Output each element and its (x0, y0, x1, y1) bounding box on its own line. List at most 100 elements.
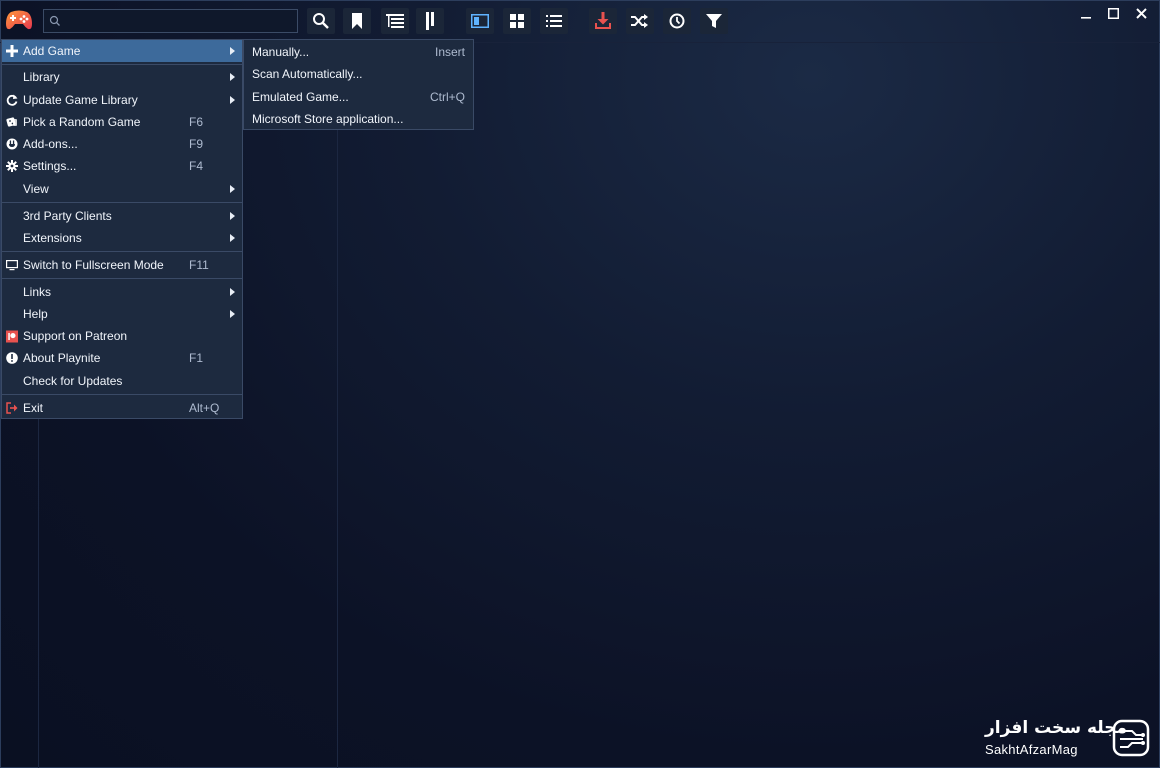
search-input[interactable] (64, 12, 296, 32)
dice-icon (6, 116, 18, 128)
menu-item-label: Support on Patreon (23, 329, 128, 343)
menu-item-exit[interactable]: Exit Alt+Q (2, 397, 242, 419)
submenu-item-label: Microsoft Store application... (252, 112, 404, 126)
menu-item-label: Settings... (23, 159, 77, 173)
sort-button[interactable] (416, 8, 444, 34)
menu-item-label: Exit (23, 401, 44, 415)
menu-item-addons[interactable]: Add-ons... F9 (2, 133, 242, 155)
submenu-item-label: Manually... (252, 45, 310, 59)
add-game-submenu: Manually... Insert Scan Automatically...… (243, 39, 474, 130)
menu-item-label: Update Game Library (23, 93, 138, 107)
menu-item-3rd-party-clients[interactable]: 3rd Party Clients (2, 205, 242, 227)
bookmark-icon (351, 13, 363, 29)
menu-item-links[interactable]: Links (2, 281, 242, 303)
monitor-icon (6, 259, 18, 271)
watermark-persian-text: مجله سخت افزار (985, 718, 1127, 738)
maximize-button[interactable] (1103, 6, 1123, 24)
submenu-item-manually[interactable]: Manually... Insert (244, 41, 473, 63)
submenu-item-label: Emulated Game... (252, 90, 349, 104)
close-button[interactable] (1131, 6, 1151, 24)
menu-item-check-updates[interactable]: Check for Updates (2, 370, 242, 392)
info-icon (6, 352, 18, 364)
submenu-arrow-icon (230, 234, 235, 242)
top-toolbar (0, 0, 1160, 42)
submenu-arrow-icon (230, 185, 235, 193)
refresh-icon (6, 94, 18, 106)
menu-item-fullscreen[interactable]: Switch to Fullscreen Mode F11 (2, 254, 242, 276)
submenu-arrow-icon (230, 47, 235, 55)
shuffle-button[interactable] (626, 8, 654, 34)
search-icon (312, 12, 330, 30)
submenu-item-scan-automatically[interactable]: Scan Automatically... (244, 63, 473, 85)
menu-item-about[interactable]: About Playnite F1 (2, 347, 242, 369)
submenu-item-shortcut: Ctrl+Q (429, 90, 465, 104)
watermark-logo-icon (1112, 719, 1150, 757)
playnite-logo-icon[interactable] (5, 7, 33, 33)
list-view-icon (546, 14, 562, 28)
submenu-item-label: Scan Automatically... (252, 67, 363, 81)
search-small-icon (49, 15, 61, 27)
minimize-button[interactable] (1076, 6, 1096, 24)
menu-item-patreon[interactable]: Support on Patreon (2, 325, 242, 347)
patreon-icon (6, 330, 18, 342)
exit-icon (6, 402, 18, 414)
bookmark-button[interactable] (343, 8, 371, 34)
menu-separator (2, 202, 242, 203)
menu-item-label: 3rd Party Clients (23, 209, 112, 223)
search-button[interactable] (307, 8, 335, 34)
menu-item-library[interactable]: Library (2, 66, 242, 88)
main-menu: Add Game Library Update Game Library Pic… (1, 39, 243, 419)
download-icon (594, 12, 612, 30)
menu-item-label: Pick a Random Game (23, 115, 141, 129)
submenu-item-emulated-game[interactable]: Emulated Game... Ctrl+Q (244, 86, 473, 108)
menu-item-label: Add-ons... (23, 137, 78, 151)
menu-item-random-game[interactable]: Pick a Random Game F6 (2, 111, 242, 133)
menu-item-label: Add Game (23, 44, 81, 58)
details-view-icon (471, 14, 489, 28)
filter-icon (706, 13, 722, 29)
submenu-arrow-icon (230, 73, 235, 81)
menu-item-view[interactable]: View (2, 178, 242, 200)
minimize-icon (1081, 8, 1091, 22)
submenu-item-microsoft-store[interactable]: Microsoft Store application... (244, 108, 473, 130)
menu-separator (2, 278, 242, 279)
submenu-item-shortcut: Insert (434, 45, 465, 59)
filter-button[interactable] (700, 8, 728, 34)
menu-separator (2, 64, 242, 65)
grid-view-button[interactable] (503, 8, 531, 34)
menu-item-label: Check for Updates (23, 374, 123, 388)
submenu-arrow-icon (230, 288, 235, 296)
panel-icon (424, 12, 436, 30)
menu-item-shortcut: F1 (189, 351, 204, 365)
menu-item-add-game[interactable]: Add Game (2, 40, 242, 62)
menu-item-label: Switch to Fullscreen Mode (23, 258, 164, 272)
menu-item-update-library[interactable]: Update Game Library (2, 89, 242, 111)
maximize-icon (1107, 8, 1119, 22)
download-button[interactable] (589, 8, 617, 34)
watermark: مجله سخت افزار SakhtAfzarMag (985, 718, 1155, 762)
menu-item-extensions[interactable]: Extensions (2, 227, 242, 249)
grouping-button[interactable] (381, 8, 409, 34)
list-tree-icon (386, 14, 404, 28)
submenu-arrow-icon (230, 212, 235, 220)
close-icon (1135, 8, 1147, 22)
menu-separator (2, 394, 242, 395)
menu-item-label: Help (23, 307, 48, 321)
search-box[interactable] (43, 9, 298, 33)
plus-icon (6, 45, 18, 57)
list-panel-divider (337, 42, 338, 768)
plug-icon (6, 138, 18, 150)
submenu-arrow-icon (230, 96, 235, 104)
menu-item-label: About Playnite (23, 351, 101, 365)
recent-button[interactable] (663, 8, 691, 34)
menu-item-label: Extensions (23, 231, 82, 245)
watermark-english-text: SakhtAfzarMag (985, 742, 1078, 757)
menu-item-help[interactable]: Help (2, 303, 242, 325)
menu-item-label: Links (23, 285, 52, 299)
grid-view-icon (510, 14, 524, 28)
menu-item-shortcut: F11 (189, 258, 209, 272)
list-view-button[interactable] (540, 8, 568, 34)
details-view-button[interactable] (466, 8, 494, 34)
menu-separator (2, 251, 242, 252)
menu-item-settings[interactable]: Settings... F4 (2, 155, 242, 177)
